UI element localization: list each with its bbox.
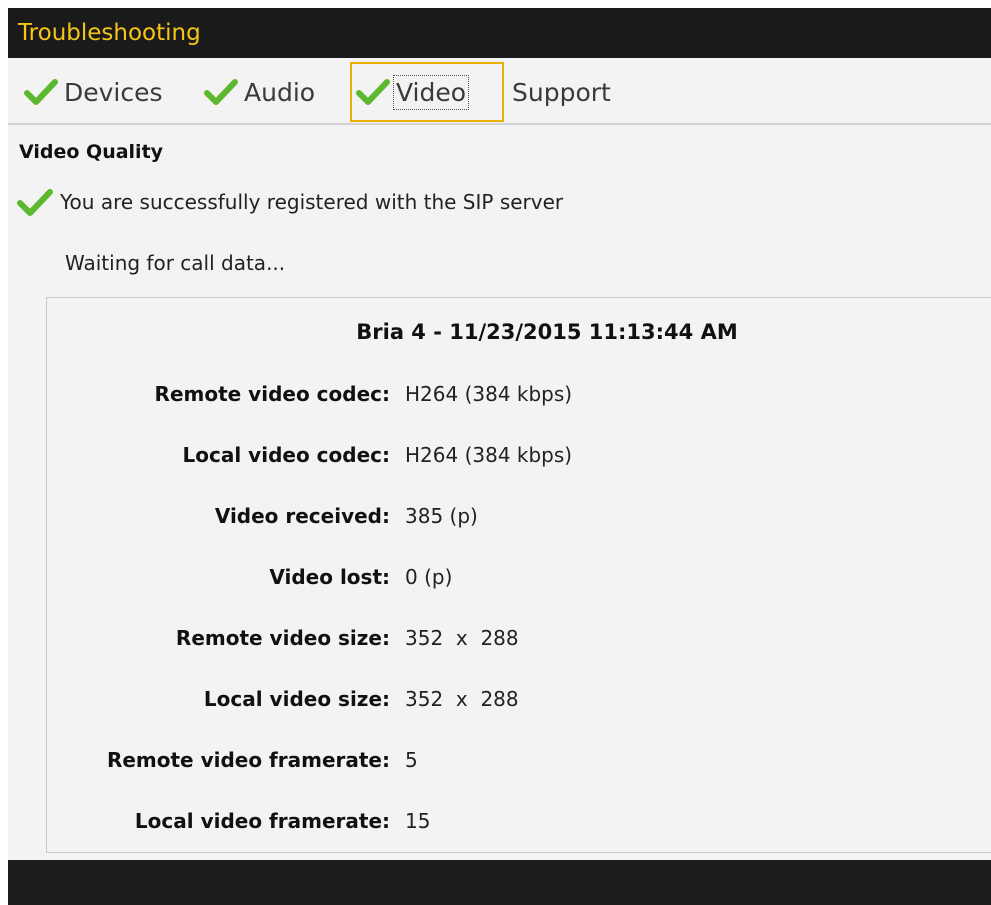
waiting-text: Waiting for call data... (65, 251, 286, 275)
tab-label: Support (512, 77, 611, 107)
stat-value: 0 (p) (405, 565, 453, 589)
stat-label: Remote video codec: (154, 382, 390, 406)
registration-status: You are successfully registered with the… (16, 187, 563, 217)
stat-label: Remote video framerate: (106, 748, 390, 772)
checkmark-icon (24, 79, 58, 105)
stat-value: 385 (p) (405, 504, 478, 528)
tab-bar: Devices Audio Video Support (8, 58, 991, 125)
tab-audio[interactable]: Audio (200, 62, 319, 122)
stat-label: Local video framerate: (134, 809, 390, 833)
stat-label: Local video size: (203, 687, 390, 711)
tab-label: Audio (244, 77, 316, 107)
panel-header: Bria 4 - 11/23/2015 11:13:44 AM (356, 320, 738, 344)
stat-value: H264 (384 kbps) (405, 382, 573, 406)
checkmark-icon (17, 189, 53, 216)
section-title: Video Quality (19, 141, 164, 163)
stat-label: Remote video size: (175, 626, 390, 650)
stat-value: 352 x 288 (405, 687, 519, 711)
stat-value: H264 (384 kbps) (405, 443, 573, 467)
bottom-bar (8, 860, 991, 905)
tab-label: Video (392, 74, 470, 110)
stat-label: Local video codec: (182, 443, 390, 467)
stat-label: Video lost: (269, 565, 390, 589)
call-stats-panel: Bria 4 - 11/23/2015 11:13:44 AM Remote v… (46, 297, 991, 853)
tab-devices[interactable]: Devices (20, 62, 167, 122)
checkmark-icon (356, 79, 390, 105)
window-titlebar: Troubleshooting (8, 8, 991, 58)
tab-support[interactable]: Support (508, 62, 615, 122)
tab-video[interactable]: Video (350, 62, 504, 122)
stat-value: 352 x 288 (405, 626, 519, 650)
checkmark-icon (204, 79, 238, 105)
tab-label: Devices (64, 77, 163, 107)
stat-value: 5 (405, 748, 418, 772)
stat-label: Video received: (214, 504, 390, 528)
video-quality-content: Video Quality You are successfully regis… (8, 125, 991, 860)
status-text: You are successfully registered with the… (60, 190, 564, 214)
window-title: Troubleshooting (18, 20, 201, 46)
stat-value: 15 (405, 809, 431, 833)
